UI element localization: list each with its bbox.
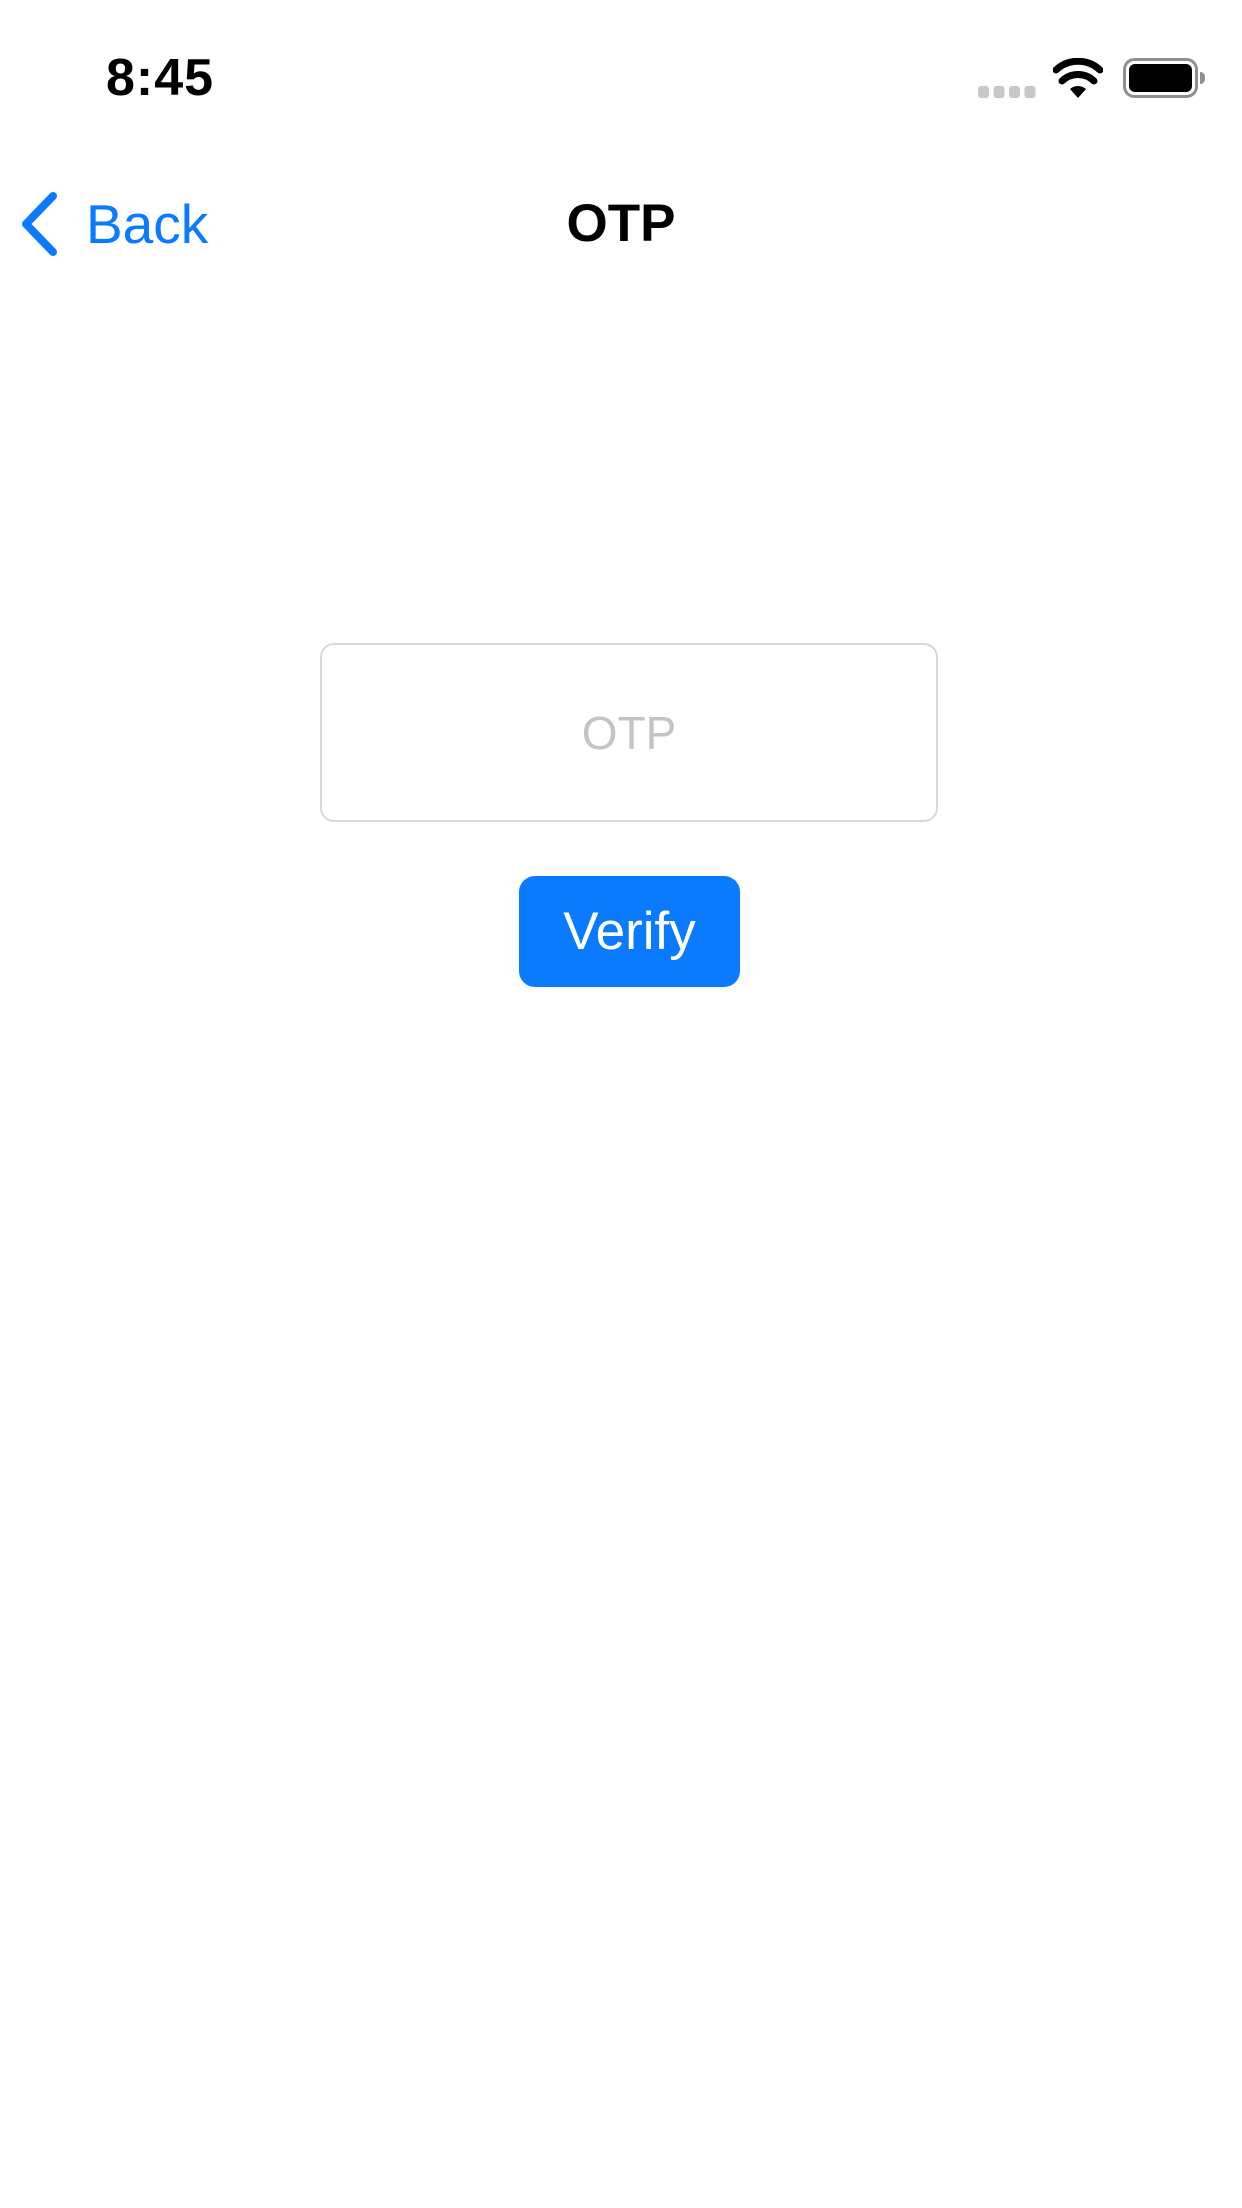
back-button[interactable]: Back — [18, 188, 208, 260]
back-label: Back — [86, 193, 209, 255]
status-bar: 8:45 — [0, 0, 1242, 140]
wifi-icon — [1053, 58, 1103, 98]
verify-button[interactable]: Verify — [519, 876, 740, 987]
cellular-signal-icon — [978, 86, 1036, 98]
otp-input[interactable] — [320, 643, 938, 822]
status-time: 8:45 — [106, 49, 215, 107]
battery-icon — [1123, 58, 1205, 98]
navigation-bar: OTP Back — [0, 170, 1242, 278]
chevron-left-icon — [22, 192, 57, 256]
